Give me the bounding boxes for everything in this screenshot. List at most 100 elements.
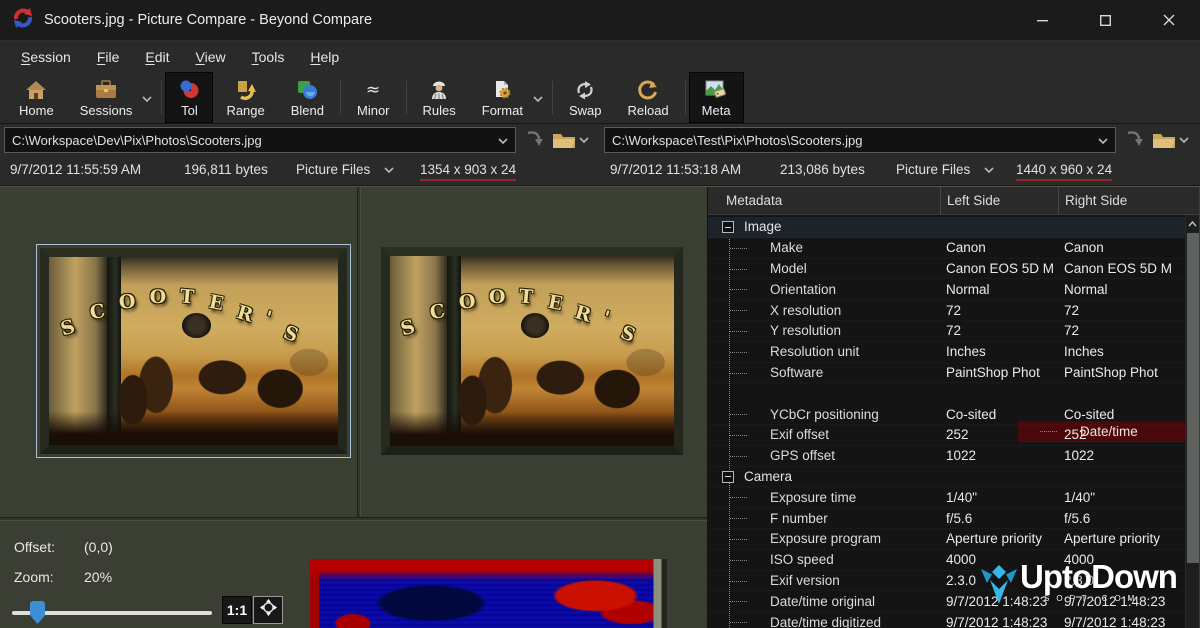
reload-button[interactable]: Reload bbox=[614, 72, 681, 123]
minor-button[interactable]: ≈Minor bbox=[344, 72, 403, 123]
difference-image[interactable] bbox=[310, 559, 667, 628]
menu-edit[interactable]: Edit bbox=[132, 44, 182, 70]
rules-icon bbox=[428, 78, 450, 102]
menu-file[interactable]: File bbox=[84, 44, 133, 70]
left-side-column-header[interactable]: Left Side bbox=[940, 187, 1058, 214]
collapse-icon[interactable] bbox=[722, 471, 734, 483]
left-path-input[interactable]: C:\Workspace\Dev\Pix\Photos\Scooters.jpg bbox=[4, 127, 516, 153]
offset-value: (0,0) bbox=[84, 539, 113, 555]
blend-icon bbox=[296, 78, 318, 102]
scroll-up-icon[interactable] bbox=[1186, 215, 1199, 232]
toolbar-button-label: Minor bbox=[357, 103, 390, 118]
meta-button[interactable]: Meta bbox=[689, 72, 744, 123]
collapse-icon[interactable] bbox=[722, 221, 734, 233]
right-path-input[interactable]: C:\Workspace\Test\Pix\Photos\Scooters.jp… bbox=[604, 127, 1116, 153]
left-file-format-dropdown[interactable]: Picture Files bbox=[296, 162, 394, 177]
revert-arrow-icon[interactable] bbox=[525, 128, 545, 153]
toolbar-button-label: Swap bbox=[569, 103, 602, 118]
chevron-down-icon[interactable] bbox=[498, 133, 508, 148]
beyond-compare-icon bbox=[12, 7, 34, 33]
metadata-row-date-time-original[interactable]: Date/time original9/7/2012 1:48:239/7/20… bbox=[708, 591, 1185, 612]
metadata-row-exposure-time[interactable]: Exposure time1/40"1/40" bbox=[708, 487, 1185, 508]
home-icon bbox=[25, 78, 47, 102]
revert-arrow-icon[interactable] bbox=[1125, 128, 1145, 153]
maximize-button[interactable] bbox=[1074, 0, 1137, 40]
metadata-row-gps-offset[interactable]: GPS offset10221022 bbox=[708, 446, 1185, 467]
blend-button[interactable]: Blend bbox=[278, 72, 337, 123]
metadata-row-orientation[interactable]: OrientationNormalNormal bbox=[708, 279, 1185, 300]
right-path-text: C:\Workspace\Test\Pix\Photos\Scooters.jp… bbox=[612, 133, 862, 148]
metadata-column-header[interactable]: Metadata bbox=[708, 187, 940, 214]
metadata-row-x-resolution[interactable]: X resolution7272 bbox=[708, 300, 1185, 321]
minimize-button[interactable] bbox=[1011, 0, 1074, 40]
metadata-panel: Metadata Left Side Right Side ImageMakeC… bbox=[707, 187, 1199, 628]
right-file-format-dropdown[interactable]: Picture Files bbox=[896, 162, 994, 177]
format-icon bbox=[491, 78, 513, 102]
left-file-dimensions: 1354 x 903 x 24 bbox=[420, 162, 516, 181]
left-photo-selected[interactable]: SCOOTER'S bbox=[36, 244, 351, 458]
chevron-down-icon[interactable] bbox=[142, 91, 152, 106]
metadata-row-y-resolution[interactable]: Y resolution7272 bbox=[708, 321, 1185, 342]
metadata-row-f-number[interactable]: F numberf/5.6f/5.6 bbox=[708, 508, 1185, 529]
scrollbar-thumb[interactable] bbox=[1187, 233, 1199, 563]
range-button[interactable]: Range bbox=[213, 72, 277, 123]
toolbar: HomeSessionsTolRangeBlend≈MinorRulesForm… bbox=[0, 72, 1200, 124]
meta-icon bbox=[704, 78, 728, 102]
metadata-row-software[interactable]: SoftwarePaintShop PhotPaintShop Phot bbox=[708, 363, 1185, 384]
right-image-pane[interactable]: SCOOTER'S bbox=[361, 187, 707, 517]
metadata-row-model[interactable]: ModelCanon EOS 5D MCanon EOS 5D M bbox=[708, 259, 1185, 280]
metadata-row-ycbcr-positioning[interactable]: YCbCr positioningCo-sitedCo-sited bbox=[708, 404, 1185, 425]
chevron-down-icon[interactable] bbox=[579, 131, 589, 149]
metadata-row-date-time-digitized[interactable]: Date/time digitized9/7/2012 1:48:239/7/2… bbox=[708, 612, 1185, 628]
metadata-group-image[interactable]: Image bbox=[708, 217, 1185, 238]
sessions-briefcase-icon bbox=[94, 78, 118, 102]
fit-to-window-button[interactable] bbox=[253, 596, 283, 624]
toolbar-button-label: Reload bbox=[627, 103, 668, 118]
sessions-button[interactable]: Sessions bbox=[67, 72, 159, 123]
toolbar-button-label: Blend bbox=[291, 103, 324, 118]
rules-button[interactable]: Rules bbox=[410, 72, 469, 123]
right-photo[interactable]: SCOOTER'S bbox=[381, 247, 683, 455]
path-bar: C:\Workspace\Dev\Pix\Photos\Scooters.jpg… bbox=[0, 124, 1200, 156]
metadata-row-exif-offset[interactable]: Exif offset252252 bbox=[708, 425, 1185, 446]
reload-icon bbox=[637, 78, 659, 102]
menu-session[interactable]: Session bbox=[8, 44, 84, 70]
metadata-group-camera[interactable]: Camera bbox=[708, 467, 1185, 488]
right-side-column-header[interactable]: Right Side bbox=[1058, 187, 1199, 214]
chevron-down-icon[interactable] bbox=[533, 91, 543, 106]
difference-pane[interactable]: Offset: (0,0) Zoom: 20% 1:1 bbox=[0, 521, 707, 628]
title-bar: Scooters.jpg - Picture Compare - Beyond … bbox=[0, 0, 1200, 40]
format-button[interactable]: Format bbox=[469, 72, 549, 123]
chevron-down-icon[interactable] bbox=[1098, 133, 1108, 148]
browse-folder-button[interactable] bbox=[552, 131, 589, 149]
close-button[interactable] bbox=[1137, 0, 1200, 40]
metadata-row-exif-version[interactable]: Exif version2.3.02.3.0 bbox=[708, 571, 1185, 592]
toolbar-separator bbox=[340, 81, 341, 114]
metadata-row-exposure-program[interactable]: Exposure programAperture priorityApertur… bbox=[708, 529, 1185, 550]
browse-folder-button[interactable] bbox=[1152, 131, 1189, 149]
left-file-size: 196,811 bytes bbox=[184, 162, 268, 177]
left-photo: SCOOTER'S bbox=[40, 248, 347, 454]
home-button[interactable]: Home bbox=[6, 72, 67, 123]
metadata-row-iso-speed[interactable]: ISO speed40004000 bbox=[708, 550, 1185, 571]
right-file-dimensions: 1440 x 960 x 24 bbox=[1016, 162, 1112, 181]
menu-help[interactable]: Help bbox=[297, 44, 352, 70]
left-image-pane[interactable]: SCOOTER'S bbox=[0, 187, 357, 517]
metadata-scrollbar[interactable] bbox=[1185, 215, 1199, 628]
zoom-value: 20% bbox=[84, 569, 112, 585]
metadata-row-resolution-unit[interactable]: Resolution unitInchesInches bbox=[708, 342, 1185, 363]
minor-icon: ≈ bbox=[362, 78, 384, 102]
chevron-down-icon[interactable] bbox=[1179, 131, 1189, 149]
menu-view[interactable]: View bbox=[183, 44, 239, 70]
tol-button[interactable]: Tol bbox=[165, 72, 213, 123]
toolbar-separator bbox=[161, 81, 162, 114]
chevron-down-icon[interactable] bbox=[984, 162, 994, 177]
left-path-text: C:\Workspace\Dev\Pix\Photos\Scooters.jpg bbox=[12, 133, 262, 148]
actual-size-button[interactable]: 1:1 bbox=[222, 596, 252, 624]
zoom-slider-thumb[interactable] bbox=[30, 601, 45, 624]
metadata-row-make[interactable]: MakeCanonCanon bbox=[708, 238, 1185, 259]
fit-to-window-icon bbox=[260, 599, 277, 621]
swap-button[interactable]: Swap bbox=[556, 72, 615, 123]
menu-tools[interactable]: Tools bbox=[239, 44, 298, 70]
chevron-down-icon[interactable] bbox=[384, 162, 394, 177]
